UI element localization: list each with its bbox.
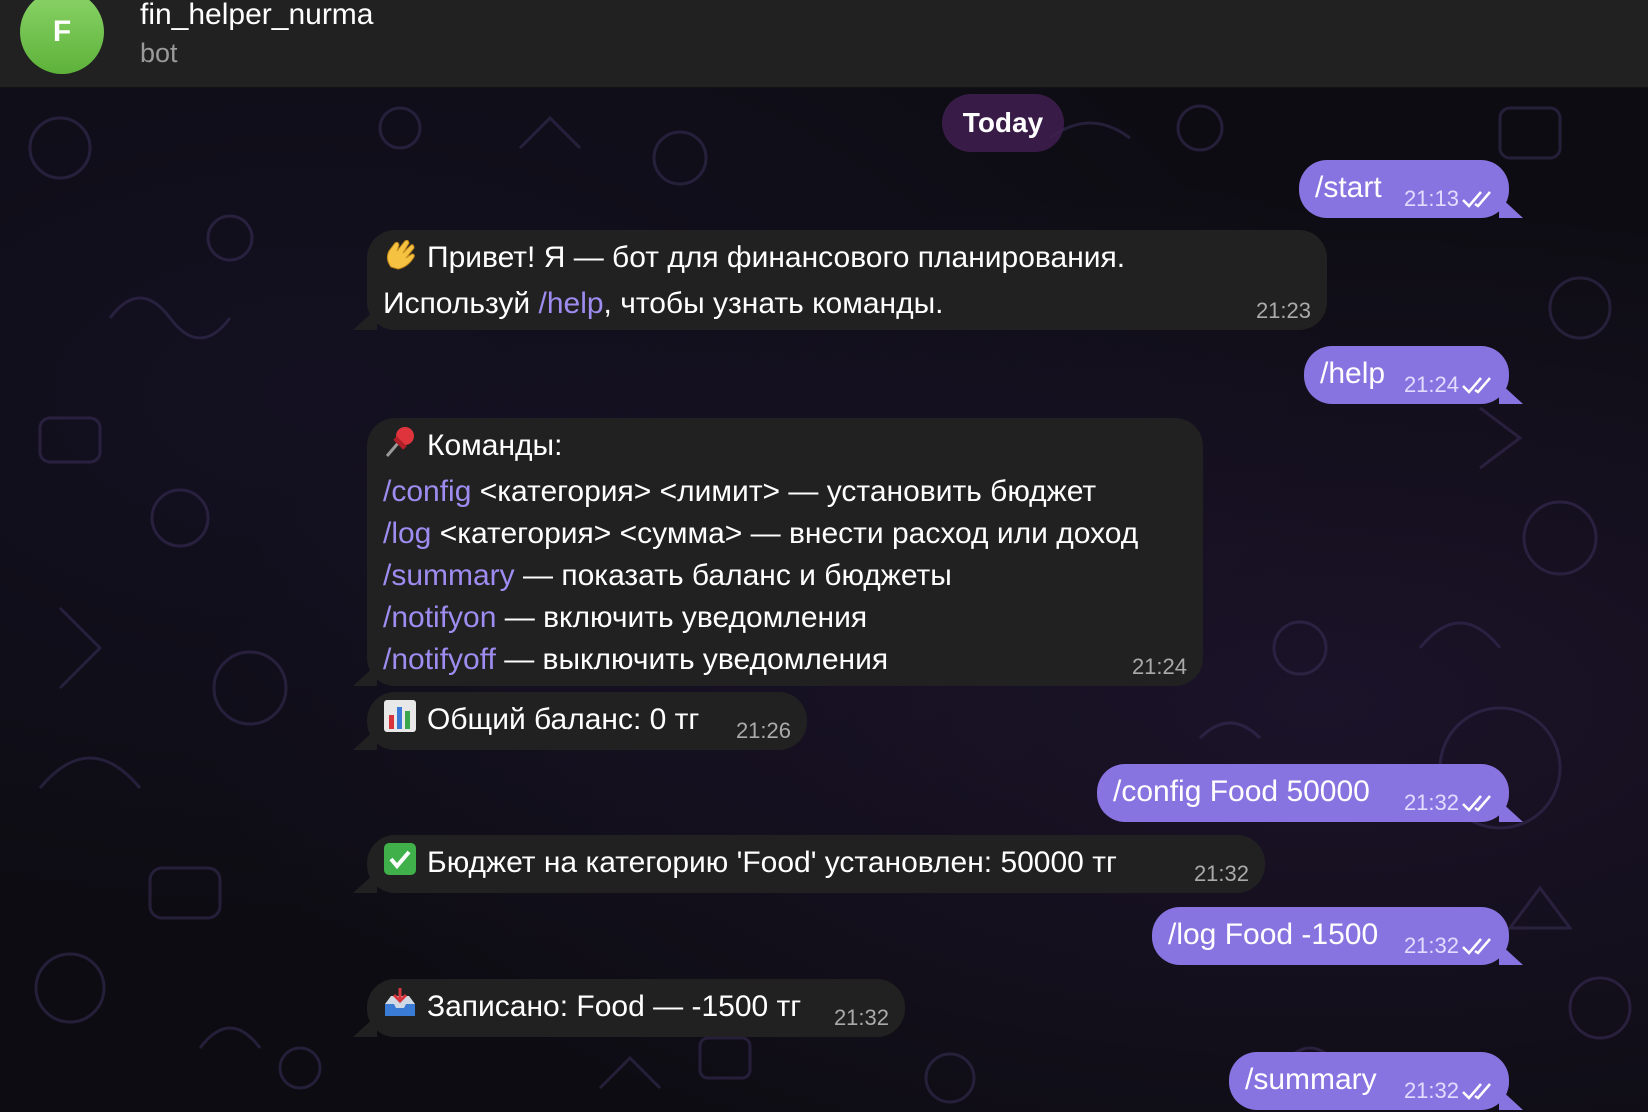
message-time: 21:32 [833,1005,889,1030]
message-bubble-outgoing[interactable]: /start 21:13 [1299,160,1509,218]
message-bubble-incoming[interactable]: Бюджет на категорию 'Food' установлен: 5… [367,835,1265,893]
message-text: — включить уведомления [496,601,868,634]
command-link-log[interactable]: /log [383,517,431,550]
message-time: 21:32 [1193,861,1249,886]
message-text: <категория> <сумма> — внести расход или … [431,517,1139,550]
double-check-icon [1462,795,1491,812]
check-mark-button-icon [383,842,417,888]
message-meta: 21:26 [736,718,791,744]
message-line: Записано: Food — -1500 тг [383,986,905,1032]
message-bubble-outgoing[interactable]: /config Food 50000 21:32 [1097,764,1509,822]
message-text: /summary [1245,1063,1377,1096]
message-text: Привет! Я — бот для финансового планиров… [427,241,1126,274]
inbox-tray-icon [383,986,417,1032]
message-meta: 21:32 [1404,1078,1495,1104]
message-bubble-incoming[interactable]: Команды: /config <категория> <лимит> — у… [367,418,1203,686]
command-link-help[interactable]: /help [538,287,603,320]
message-text: /log Food -1500 [1168,918,1379,951]
message-line: Используй /help, чтобы узнать команды. [383,283,1327,325]
waving-hand-icon [383,237,417,283]
message-bubble-incoming[interactable]: Привет! Я — бот для финансового планиров… [367,230,1327,330]
message-text: — показать баланс и бюджеты [514,559,952,592]
date-separator: Today [942,94,1064,152]
double-check-icon [1462,1083,1491,1100]
message-time: 21:24 [1131,654,1187,679]
command-link-config[interactable]: /config [383,475,471,508]
message-meta: 21:32 [1404,790,1495,816]
message-meta: 21:32 [1404,933,1495,959]
avatar-letter: F [52,15,72,48]
message-line: /summary — показать баланс и бюджеты [383,555,1203,597]
message-bubble-incoming[interactable]: Общий баланс: 0 тг 21:26 [367,692,807,750]
pushpin-icon [383,425,417,471]
message-text: Используй [383,287,539,320]
message-line: /log <категория> <сумма> — внести расход… [383,513,1203,555]
chat-message-area[interactable]: Today /start 21:13 Привет! Я — бот для ф… [0,88,1648,1112]
message-meta: 21:13 [1404,186,1495,212]
chat-title[interactable]: fin_helper_nurma [140,0,373,32]
message-text: — выключить уведомления [495,643,889,676]
message-time: 21:32 [1403,933,1459,958]
message-text: Записано: Food — -1500 тг [427,990,802,1023]
chat-subtitle: bot [140,38,178,68]
message-text: /help [1320,357,1386,390]
message-time: 21:32 [1403,790,1459,815]
command-link-notifyoff[interactable]: /notifyoff [383,643,496,676]
message-meta: 21:24 [1132,654,1187,680]
message-bubble-outgoing[interactable]: /summary 21:32 [1229,1052,1509,1110]
message-text: /config Food 50000 [1113,775,1370,808]
message-time: 21:24 [1403,372,1459,397]
message-line: Команды: [383,425,1203,471]
message-text: Бюджет на категорию 'Food' установлен: 5… [427,846,1117,879]
message-time: 21:13 [1403,186,1459,211]
message-text: /start [1315,171,1382,204]
message-line: Привет! Я — бот для финансового планиров… [383,237,1327,283]
message-text: Команды: [427,429,563,462]
message-meta: 21:23 [1256,298,1311,324]
message-bubble-outgoing[interactable]: /log Food -1500 21:32 [1152,907,1509,965]
message-time: 21:32 [1403,1078,1459,1103]
command-link-notifyon[interactable]: /notifyon [383,601,496,634]
message-time: 21:23 [1255,298,1311,323]
double-check-icon [1462,938,1491,955]
avatar[interactable]: F [20,0,104,74]
command-link-summary[interactable]: /summary [383,559,515,592]
message-text: Общий баланс: 0 тг [427,703,700,736]
double-check-icon [1462,191,1491,208]
double-check-icon [1462,377,1491,394]
message-bubble-incoming[interactable]: Записано: Food — -1500 тг 21:32 [367,979,905,1037]
chat-header[interactable]: F fin_helper_nurma bot [0,0,1648,88]
message-bubble-outgoing[interactable]: /help 21:24 [1304,346,1509,404]
message-line: /notifyon — включить уведомления [383,597,1203,639]
message-line: /config <категория> <лимит> — установить… [383,471,1203,513]
message-text: , чтобы узнать команды. [603,287,944,320]
message-meta: 21:24 [1404,372,1495,398]
message-meta: 21:32 [834,1005,889,1031]
bar-chart-icon [383,699,417,745]
message-line: Бюджет на категорию 'Food' установлен: 5… [383,842,1265,888]
message-time: 21:26 [735,718,791,743]
message-text: <категория> <лимит> — установить бюджет [471,475,1097,508]
message-meta: 21:32 [1194,861,1249,887]
message-line: /notifyoff — выключить уведомления [383,639,1203,681]
